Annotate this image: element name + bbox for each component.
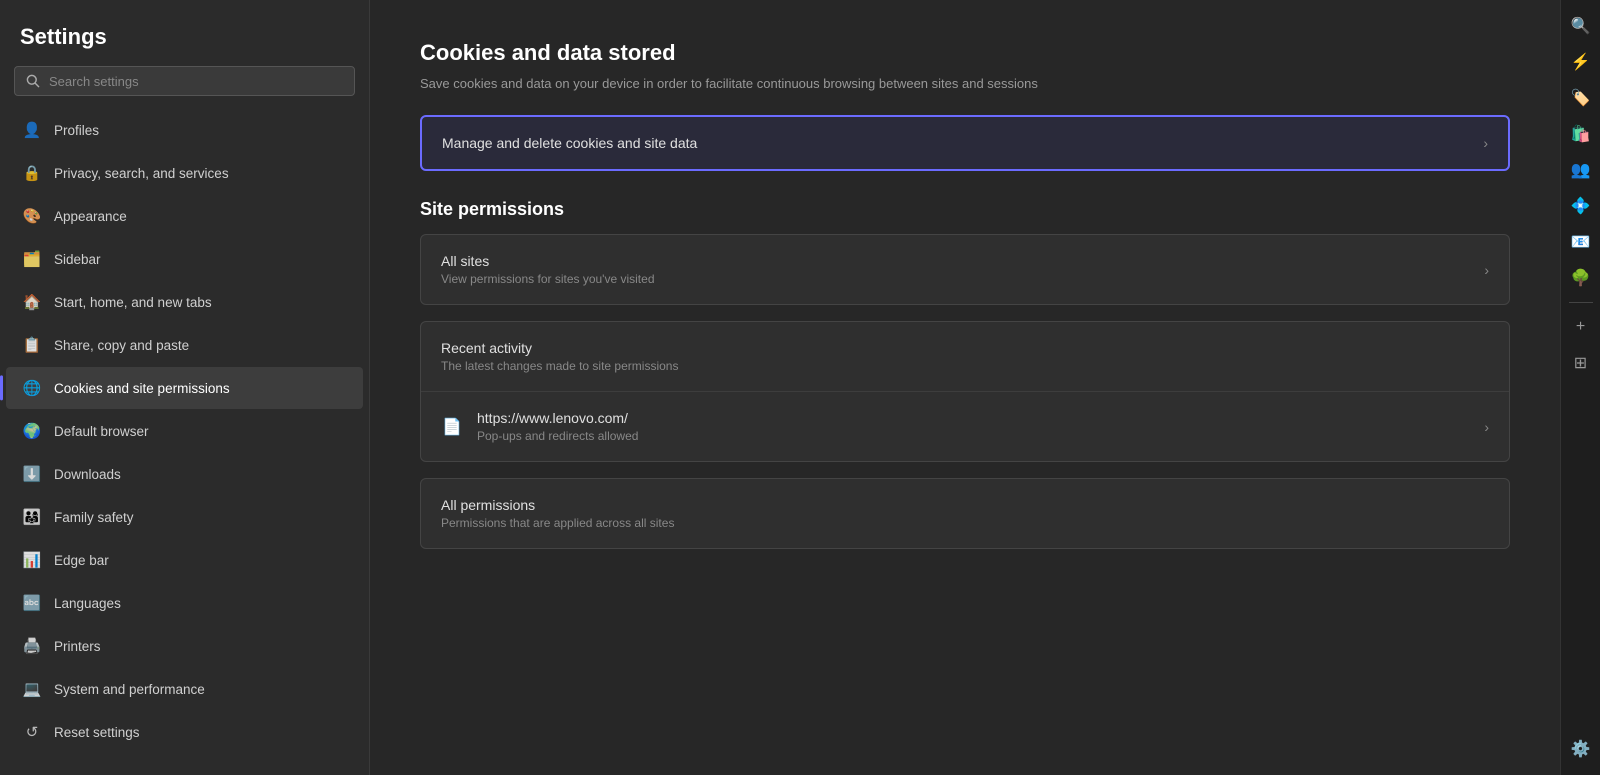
nav-icon-family-safety: 👨‍👩‍👧: [22, 507, 42, 527]
toolbar-btn-app[interactable]: 💠: [1565, 190, 1597, 222]
sidebar-item-system-perf[interactable]: 💻 System and performance: [6, 668, 363, 710]
nav-label-printers: Printers: [54, 639, 101, 654]
toolbar-btn-outlook[interactable]: 📧: [1565, 226, 1597, 258]
nav-label-downloads: Downloads: [54, 467, 121, 482]
sidebar-item-appearance[interactable]: 🎨 Appearance: [6, 195, 363, 237]
recent-activity-header: Recent activity The latest changes made …: [421, 322, 1509, 392]
lenovo-url: https://www.lenovo.com/: [477, 410, 1472, 426]
nav-icon-default-browser: 🌍: [22, 421, 42, 441]
lenovo-site-item[interactable]: 📄 https://www.lenovo.com/ Pop-ups and re…: [421, 392, 1509, 461]
toolbar-btn-search[interactable]: 🔍: [1565, 10, 1597, 42]
nav-icon-reset: ↺: [22, 722, 42, 742]
page-title: Cookies and data stored: [420, 40, 1510, 66]
all-sites-chevron: ›: [1484, 262, 1489, 278]
nav-label-cookies: Cookies and site permissions: [54, 381, 230, 396]
search-input[interactable]: [49, 74, 344, 89]
all-permissions-card: All permissions Permissions that are app…: [420, 478, 1510, 549]
sidebar-item-reset[interactable]: ↺ Reset settings: [6, 711, 363, 753]
lenovo-desc: Pop-ups and redirects allowed: [477, 429, 1472, 443]
sidebar-item-edge-bar[interactable]: 📊 Edge bar: [6, 539, 363, 581]
nav-label-languages: Languages: [54, 596, 121, 611]
sidebar-item-share-copy[interactable]: 📋 Share, copy and paste: [6, 324, 363, 366]
nav-icon-system-perf: 💻: [22, 679, 42, 699]
search-icon: [25, 73, 41, 89]
nav-label-appearance: Appearance: [54, 209, 127, 224]
sidebar-item-languages[interactable]: 🔤 Languages: [6, 582, 363, 624]
sidebar-title: Settings: [0, 0, 369, 66]
sidebar-item-privacy[interactable]: 🔒 Privacy, search, and services: [6, 152, 363, 194]
sidebar-item-cookies[interactable]: 🌐 Cookies and site permissions: [6, 367, 363, 409]
all-sites-title: All sites: [441, 253, 1472, 269]
nav-icon-printers: 🖨️: [22, 636, 42, 656]
toolbar-btn-extensions[interactable]: ⚡: [1565, 46, 1597, 78]
toolbar-btn-shopping[interactable]: 🛍️: [1565, 118, 1597, 150]
lenovo-chevron: ›: [1484, 419, 1489, 435]
sidebar-item-start-home[interactable]: 🏠 Start, home, and new tabs: [6, 281, 363, 323]
nav-label-privacy: Privacy, search, and services: [54, 166, 229, 181]
right-toolbar: 🔍 ⚡ 🏷️ 🛍️ 👥 💠 📧 🌳 + ⊞ ⚙️: [1560, 0, 1600, 775]
nav-icon-appearance: 🎨: [22, 206, 42, 226]
nav-label-share-copy: Share, copy and paste: [54, 338, 189, 353]
nav-icon-cookies: 🌐: [22, 378, 42, 398]
all-permissions-title: All permissions: [441, 497, 1489, 513]
toolbar-btn-people[interactable]: 👥: [1565, 154, 1597, 186]
all-permissions-item[interactable]: All permissions Permissions that are app…: [421, 479, 1509, 548]
nav-icon-share-copy: 📋: [22, 335, 42, 355]
manage-cookies-card: Manage and delete cookies and site data …: [420, 115, 1510, 171]
sidebar-item-sidebar[interactable]: 🗂️ Sidebar: [6, 238, 363, 280]
toolbar-btn-add[interactable]: +: [1565, 311, 1597, 343]
nav-label-sidebar: Sidebar: [54, 252, 101, 267]
sidebar-item-printers[interactable]: 🖨️ Printers: [6, 625, 363, 667]
sidebar-item-family-safety[interactable]: 👨‍👩‍👧 Family safety: [6, 496, 363, 538]
manage-cookies-title: Manage and delete cookies and site data: [442, 135, 1471, 151]
nav-label-reset: Reset settings: [54, 725, 140, 740]
nav-label-profiles: Profiles: [54, 123, 99, 138]
site-page-icon: 📄: [441, 416, 463, 438]
toolbar-btn-tree[interactable]: 🌳: [1565, 262, 1597, 294]
search-box[interactable]: [14, 66, 355, 96]
all-permissions-desc: Permissions that are applied across all …: [441, 516, 1489, 530]
nav-label-edge-bar: Edge bar: [54, 553, 109, 568]
toolbar-divider: [1569, 302, 1593, 303]
toolbar-btn-collections[interactable]: 🏷️: [1565, 82, 1597, 114]
sidebar: Settings 👤 Profiles 🔒 Privacy, search, a…: [0, 0, 370, 775]
nav-label-default-browser: Default browser: [54, 424, 149, 439]
all-sites-item[interactable]: All sites View permissions for sites you…: [421, 235, 1509, 304]
nav-label-family-safety: Family safety: [54, 510, 134, 525]
sidebar-item-profiles[interactable]: 👤 Profiles: [6, 109, 363, 151]
sidebar-item-downloads[interactable]: ⬇️ Downloads: [6, 453, 363, 495]
main-content: Cookies and data stored Save cookies and…: [370, 0, 1560, 775]
site-permissions-heading: Site permissions: [420, 199, 1510, 220]
recent-activity-card: Recent activity The latest changes made …: [420, 321, 1510, 462]
recent-activity-desc: The latest changes made to site permissi…: [441, 359, 1489, 373]
nav-icon-privacy: 🔒: [22, 163, 42, 183]
sidebar-nav: 👤 Profiles 🔒 Privacy, search, and servic…: [0, 108, 369, 754]
toolbar-btn-split[interactable]: ⊞: [1565, 347, 1597, 379]
manage-cookies-chevron: ›: [1483, 135, 1488, 151]
nav-label-start-home: Start, home, and new tabs: [54, 295, 212, 310]
sidebar-item-default-browser[interactable]: 🌍 Default browser: [6, 410, 363, 452]
manage-cookies-item[interactable]: Manage and delete cookies and site data …: [422, 117, 1508, 169]
all-sites-card: All sites View permissions for sites you…: [420, 234, 1510, 305]
toolbar-btn-gear[interactable]: ⚙️: [1565, 733, 1597, 765]
nav-icon-start-home: 🏠: [22, 292, 42, 312]
nav-icon-downloads: ⬇️: [22, 464, 42, 484]
recent-activity-title: Recent activity: [441, 340, 1489, 356]
nav-icon-profiles: 👤: [22, 120, 42, 140]
all-sites-desc: View permissions for sites you've visite…: [441, 272, 1472, 286]
nav-label-system-perf: System and performance: [54, 682, 205, 697]
page-subtitle: Save cookies and data on your device in …: [420, 76, 1510, 91]
nav-icon-sidebar: 🗂️: [22, 249, 42, 269]
nav-icon-languages: 🔤: [22, 593, 42, 613]
nav-icon-edge-bar: 📊: [22, 550, 42, 570]
